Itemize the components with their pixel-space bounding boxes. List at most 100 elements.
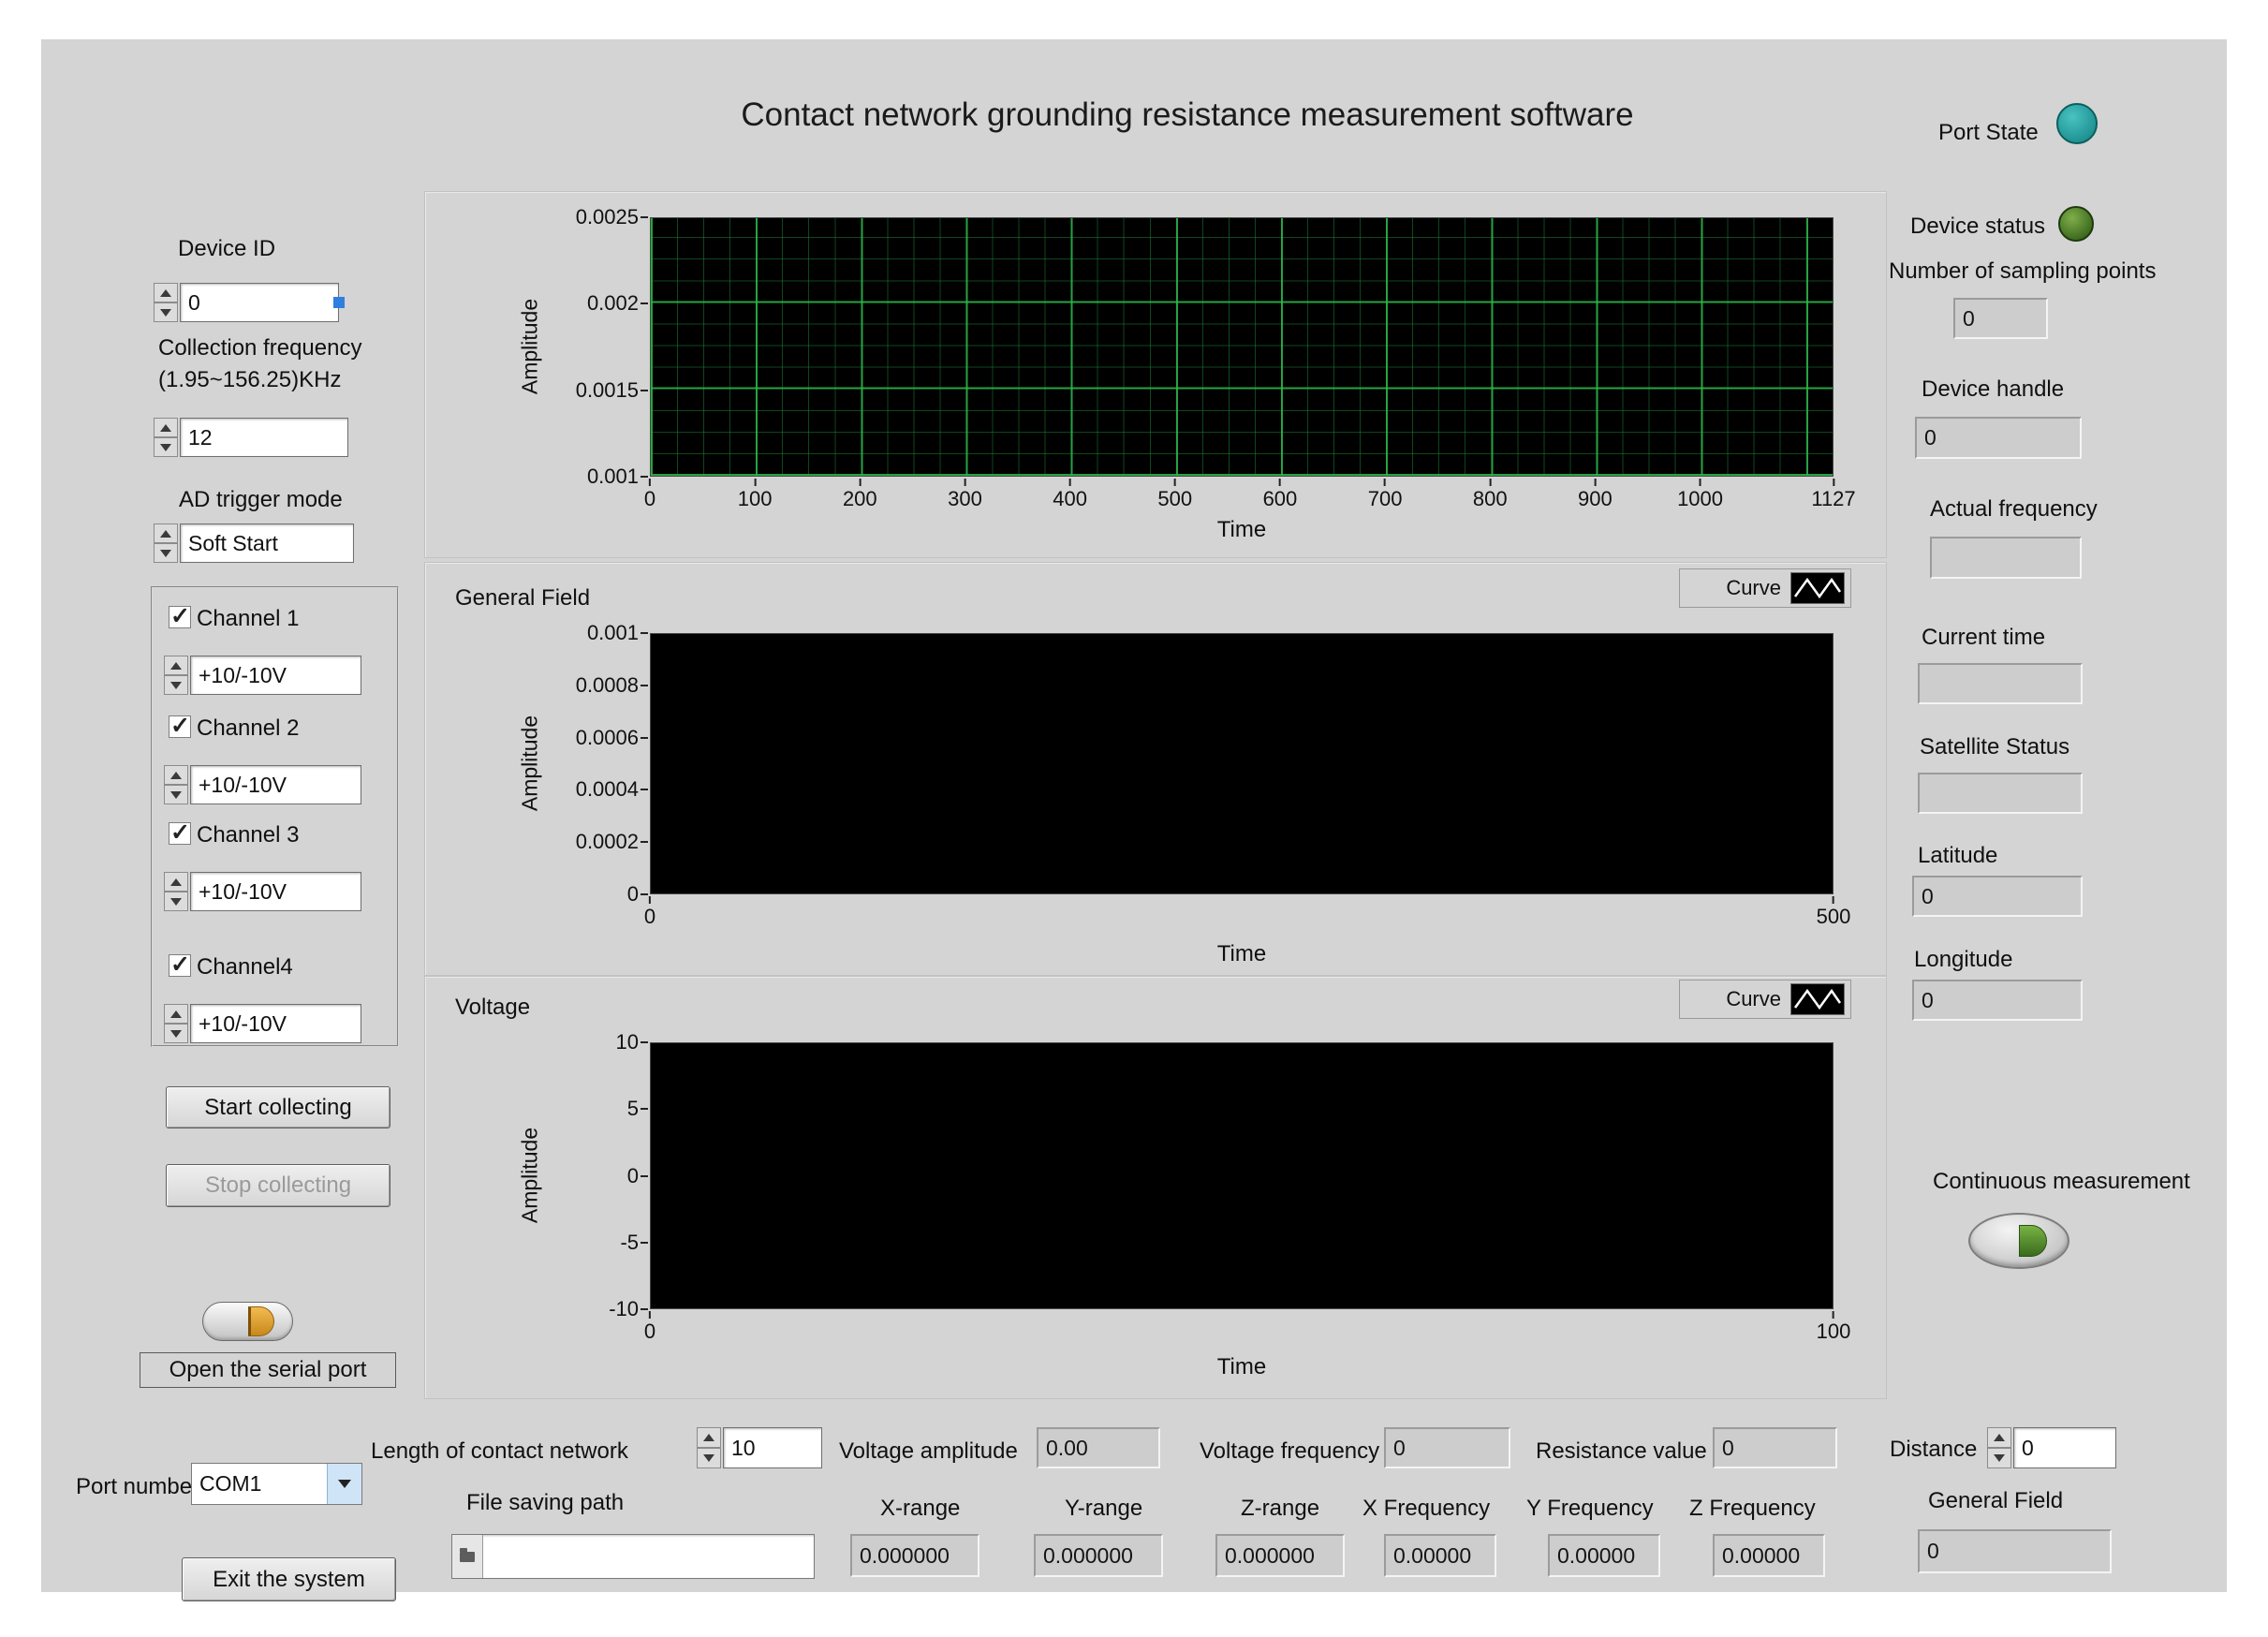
decrement-icon[interactable] bbox=[164, 785, 188, 804]
channel-4-range-control[interactable]: +10/-10V bbox=[164, 1004, 361, 1043]
channel-4-checkbox[interactable] bbox=[169, 951, 191, 979]
decrement-icon[interactable] bbox=[154, 543, 178, 563]
x-tick-label: 500 bbox=[1816, 896, 1851, 928]
longitude-indicator: 0 bbox=[1912, 980, 2083, 1021]
device-id-input[interactable]: 0 bbox=[180, 283, 345, 322]
x-range-indicator: 0.000000 bbox=[850, 1534, 979, 1577]
exit-system-button[interactable]: Exit the system bbox=[182, 1557, 396, 1601]
decrement-icon[interactable] bbox=[154, 437, 178, 457]
distance-control[interactable]: 0 bbox=[1987, 1427, 2116, 1468]
z-range-label: Z-range bbox=[1241, 1496, 1320, 1521]
device-id-control[interactable]: 0 bbox=[154, 283, 345, 322]
channel-1-range-control[interactable]: +10/-10V bbox=[164, 656, 361, 695]
port-number-select[interactable]: COM1 bbox=[191, 1463, 362, 1505]
channel-1-checkbox[interactable] bbox=[169, 602, 191, 630]
spectrum-plot-area[interactable] bbox=[650, 217, 1834, 477]
increment-decrement-buttons[interactable] bbox=[154, 418, 178, 457]
satellite-status-indicator bbox=[1918, 773, 2083, 814]
channel-3-range-select[interactable]: +10/-10V bbox=[190, 872, 361, 911]
dropdown-arrow-icon[interactable] bbox=[327, 1464, 361, 1504]
decrement-icon[interactable] bbox=[164, 892, 188, 911]
channel-3-label: Channel 3 bbox=[197, 822, 300, 848]
serial-port-toggle[interactable] bbox=[202, 1302, 293, 1341]
y-axis-ticks: 0.001 0.0008 0.0006 0.0004 0.0002 0 bbox=[524, 621, 650, 906]
current-time-label: Current time bbox=[1922, 625, 2046, 650]
ad-trigger-mode-control[interactable]: Soft Start bbox=[154, 524, 354, 563]
increment-decrement-buttons[interactable] bbox=[697, 1427, 721, 1468]
x-axis-label: Time bbox=[1216, 517, 1267, 542]
ad-trigger-mode-select[interactable]: Soft Start bbox=[180, 524, 354, 563]
device-id-value: 0 bbox=[188, 289, 200, 315]
channel-2-range-select[interactable]: +10/-10V bbox=[190, 765, 361, 804]
decrement-icon[interactable] bbox=[697, 1448, 721, 1468]
increment-icon[interactable] bbox=[1987, 1427, 2011, 1448]
decrement-icon[interactable] bbox=[164, 1024, 188, 1043]
latitude-label: Latitude bbox=[1918, 843, 1998, 868]
collection-frequency-input[interactable]: 12 bbox=[180, 418, 348, 457]
y-range-label: Y-range bbox=[1065, 1496, 1143, 1521]
stop-collecting-button[interactable]: Stop collecting bbox=[166, 1164, 390, 1207]
increment-icon[interactable] bbox=[154, 283, 178, 302]
x-tick-label: 800 bbox=[1472, 479, 1508, 510]
channel-1-range-value: +10/-10V bbox=[199, 662, 287, 687]
file-path-value[interactable] bbox=[483, 1535, 814, 1578]
port-number-value: COM1 bbox=[199, 1471, 262, 1496]
increment-decrement-buttons[interactable] bbox=[1987, 1427, 2011, 1468]
channel-4-label: Channel4 bbox=[197, 954, 293, 980]
y-tick-label: 0.001 bbox=[586, 621, 649, 644]
channel-2-range-control[interactable]: +10/-10V bbox=[164, 765, 361, 804]
distance-input[interactable]: 0 bbox=[2013, 1427, 2116, 1468]
voltage-plot-area[interactable] bbox=[650, 1042, 1834, 1309]
general-field-plot-area[interactable] bbox=[650, 633, 1834, 894]
x-frequency-label: X Frequency bbox=[1362, 1496, 1491, 1521]
general-field-indicator: 0 bbox=[1918, 1529, 2112, 1573]
actual-frequency-indicator bbox=[1930, 537, 2082, 579]
increment-icon[interactable] bbox=[164, 1004, 188, 1024]
channel-1-range-select[interactable]: +10/-10V bbox=[190, 656, 361, 695]
collection-frequency-control[interactable]: 12 bbox=[154, 418, 348, 457]
increment-decrement-buttons[interactable] bbox=[154, 283, 178, 322]
y-axis-ticks: 10 5 0 -5 -10 bbox=[524, 1030, 650, 1320]
start-collecting-button[interactable]: Start collecting bbox=[166, 1086, 390, 1128]
increment-icon[interactable] bbox=[164, 656, 188, 675]
increment-icon[interactable] bbox=[154, 524, 178, 543]
channel-3-checkbox[interactable] bbox=[169, 818, 191, 847]
increment-icon[interactable] bbox=[697, 1427, 721, 1448]
channel-3-range-control[interactable]: +10/-10V bbox=[164, 872, 361, 911]
increment-icon[interactable] bbox=[164, 765, 188, 785]
y-range-indicator: 0.000000 bbox=[1034, 1534, 1163, 1577]
increment-icon[interactable] bbox=[164, 872, 188, 892]
increment-decrement-buttons[interactable] bbox=[154, 524, 178, 563]
curve-legend-voltage[interactable]: Curve bbox=[1679, 980, 1851, 1019]
distance-value: 0 bbox=[2022, 1435, 2034, 1460]
decrement-icon[interactable] bbox=[1987, 1448, 2011, 1468]
y-tick-label: 0 bbox=[626, 882, 649, 906]
y-axis-ticks: 0.0025 0.002 0.0015 0.001 bbox=[524, 205, 650, 488]
resistance-value-label: Resistance value bbox=[1536, 1438, 1707, 1464]
file-path-input[interactable] bbox=[451, 1534, 815, 1579]
channel-2-checkbox[interactable] bbox=[169, 712, 191, 740]
y-tick-label: 0.0004 bbox=[575, 777, 649, 802]
increment-decrement-buttons[interactable] bbox=[164, 656, 188, 695]
folder-icon[interactable] bbox=[452, 1535, 483, 1578]
increment-decrement-buttons[interactable] bbox=[164, 1004, 188, 1043]
x-tick-label: 0 bbox=[643, 1311, 656, 1343]
collection-frequency-range-label: (1.95~156.25)KHz bbox=[158, 367, 342, 392]
curve-legend[interactable]: Curve bbox=[1679, 568, 1851, 608]
increment-decrement-buttons[interactable] bbox=[164, 872, 188, 911]
length-contact-network-label: Length of contact network bbox=[371, 1438, 628, 1464]
collection-frequency-value: 12 bbox=[188, 424, 213, 450]
length-contact-network-input[interactable]: 10 bbox=[723, 1427, 822, 1468]
continuous-measurement-toggle[interactable] bbox=[1968, 1213, 2069, 1269]
increment-decrement-buttons[interactable] bbox=[164, 765, 188, 804]
y-tick-label: 0 bbox=[626, 1163, 649, 1187]
x-tick-label: 0 bbox=[643, 479, 656, 510]
x-frequency-indicator: 0.00000 bbox=[1384, 1534, 1496, 1577]
decrement-icon[interactable] bbox=[164, 675, 188, 695]
increment-icon[interactable] bbox=[154, 418, 178, 437]
decrement-icon[interactable] bbox=[154, 302, 178, 322]
x-tick-label: 300 bbox=[948, 479, 982, 510]
channel-4-range-select[interactable]: +10/-10V bbox=[190, 1004, 361, 1043]
length-contact-network-control[interactable]: 10 bbox=[697, 1427, 822, 1468]
curve-waveform-icon bbox=[1790, 572, 1845, 604]
